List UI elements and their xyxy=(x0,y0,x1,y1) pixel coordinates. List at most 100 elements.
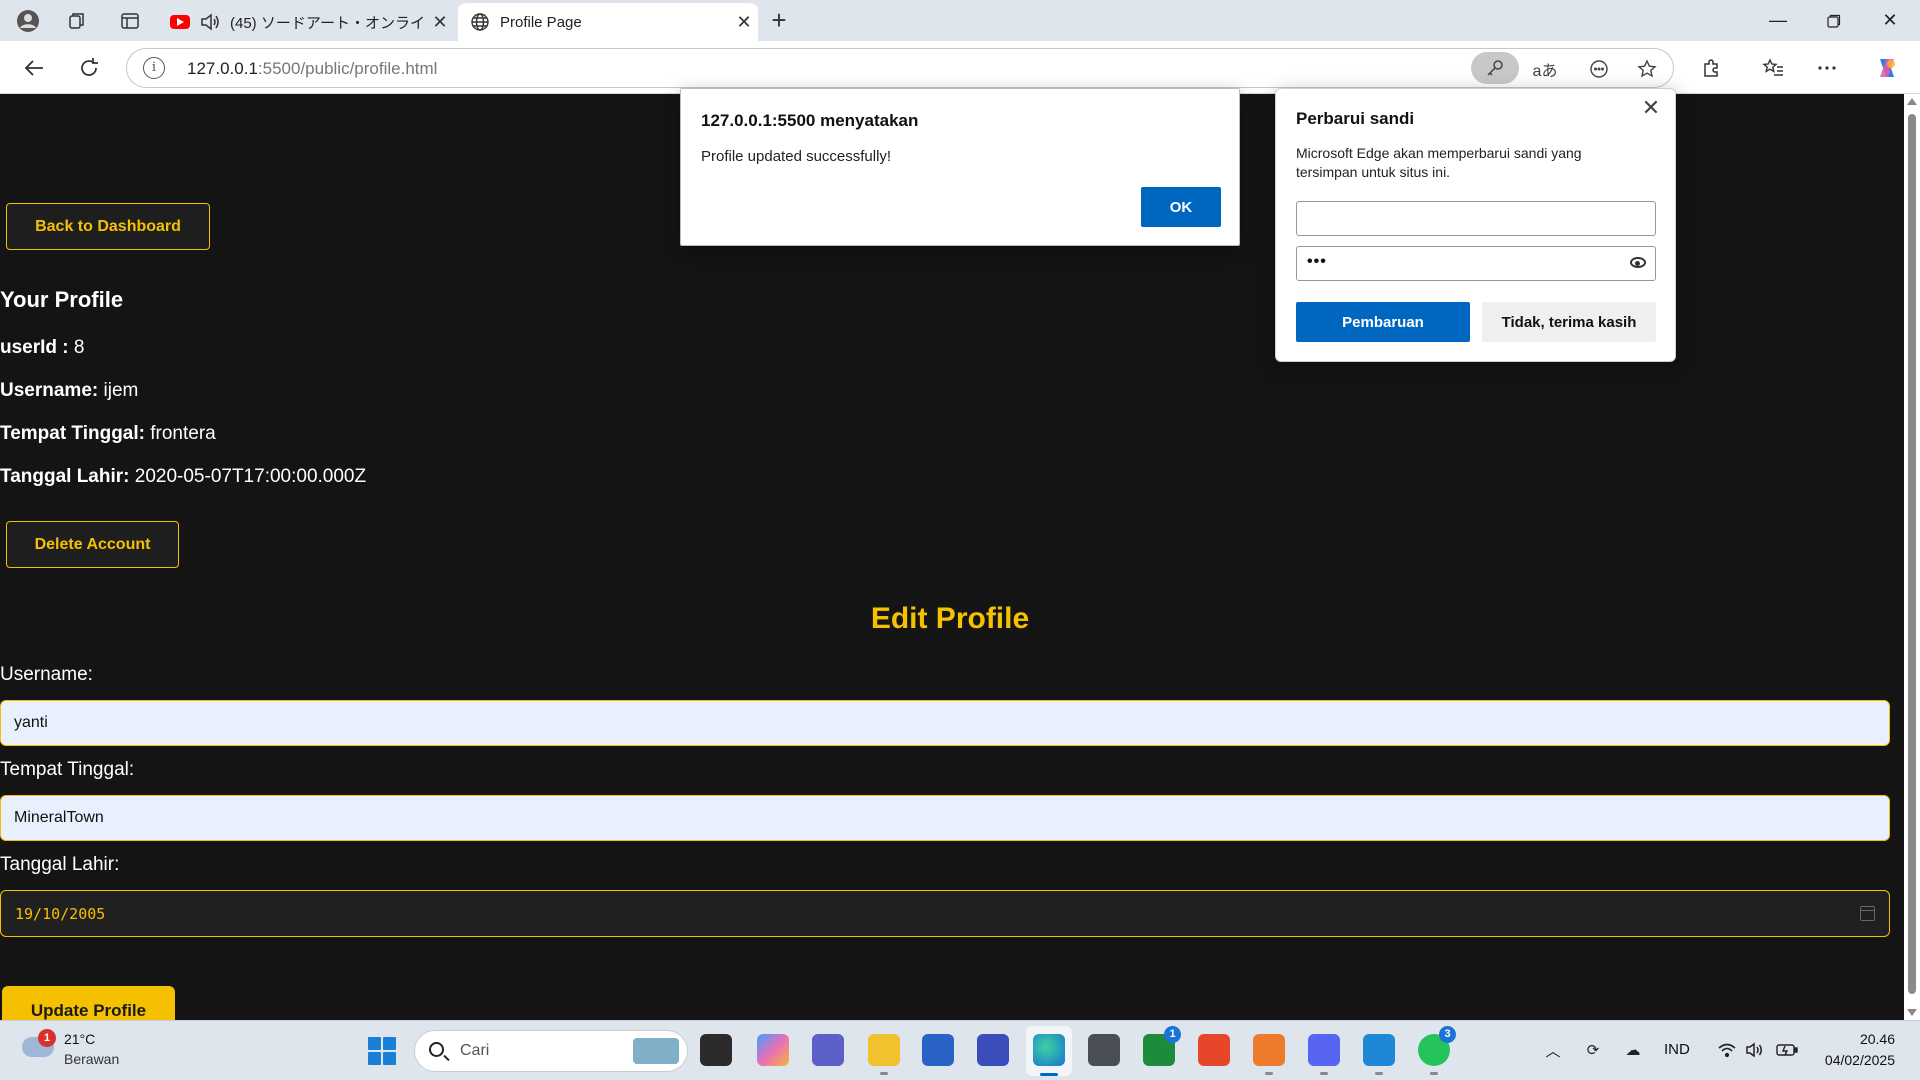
settings-more-icon[interactable] xyxy=(1810,51,1844,85)
clock-date[interactable]: 04/02/2025 xyxy=(1825,1052,1895,1068)
chevron-up-icon[interactable]: ︿ xyxy=(1542,1039,1564,1061)
browser-tab-strip: (45) ソードアート・オンライン シリーズ ✕ Profile Page ✕ … xyxy=(0,0,1920,41)
alert-dialog: 127.0.0.1:5500 menyatakan Profile update… xyxy=(680,88,1240,246)
edit-profile-title: Edit Profile xyxy=(870,602,1030,635)
tempat-tinggal-label: Tempat Tinggal: xyxy=(0,759,135,780)
username-label: Username: xyxy=(0,664,93,685)
taskbar-search-box[interactable]: Cari xyxy=(414,1030,688,1072)
search-placeholder: Cari xyxy=(460,1042,490,1059)
close-window-icon[interactable]: ✕ xyxy=(1862,0,1918,41)
language-indicator[interactable]: IND xyxy=(1664,1041,1690,1058)
youtube-icon xyxy=(170,12,190,32)
restore-icon[interactable] xyxy=(1806,0,1862,41)
copilot-icon[interactable] xyxy=(1870,51,1904,85)
profile-tanggal-lahir: Tanggal Lahir: 2020-05-07T17:00:00.000Z xyxy=(0,466,367,487)
favorites-icon[interactable] xyxy=(1756,51,1790,85)
vscode-icon[interactable] xyxy=(1363,1034,1395,1075)
profile-tempat-tinggal: Tempat Tinggal: frontera xyxy=(0,423,216,444)
tempat-tinggal-input[interactable]: MineralTown xyxy=(0,795,1890,841)
volume-icon[interactable] xyxy=(1744,1039,1766,1061)
task-view-icon[interactable] xyxy=(700,1034,732,1066)
url-text[interactable]: 127.0.0.1:5500/public/profile.html xyxy=(187,59,437,79)
weather-badge: 1 xyxy=(38,1029,56,1047)
date-value: 19/10/2005 xyxy=(15,904,106,923)
tab-close-icon[interactable]: ✕ xyxy=(426,12,454,33)
browser-toolbar: i 127.0.0.1:5500/public/profile.html aあ xyxy=(0,41,1920,94)
math-app-icon[interactable] xyxy=(977,1034,1009,1066)
tanggal-lahir-date-input[interactable]: 19/10/2005 xyxy=(0,890,1890,937)
username-input[interactable]: yanti xyxy=(0,700,1890,746)
vpn-icon[interactable]: ☁ xyxy=(1622,1039,1644,1061)
globe-icon xyxy=(470,12,490,32)
page-scrollbar[interactable] xyxy=(1904,94,1920,1020)
scroll-thumb[interactable] xyxy=(1908,114,1916,994)
tanggal-lahir-label: Tanggal Lahir: xyxy=(0,854,120,875)
minimize-icon[interactable]: — xyxy=(1750,0,1806,41)
windows-start-icon[interactable] xyxy=(368,1037,396,1065)
password-mask: ••• xyxy=(1307,253,1327,270)
address-bar[interactable]: i 127.0.0.1:5500/public/profile.html aあ xyxy=(126,48,1674,88)
tab-title: Profile Page xyxy=(500,13,582,31)
alert-message: Profile updated successfully! xyxy=(701,148,892,165)
show-password-eye-icon[interactable] xyxy=(1630,257,1646,268)
weather-temperature: 21°C xyxy=(64,1031,96,1047)
edge-browser-icon[interactable] xyxy=(1033,1034,1065,1066)
read-aloud-icon[interactable]: aあ xyxy=(1531,55,1559,83)
windows-taskbar: 1 21°C Berawan Cari 1 3 ︿ ⟳ ☁ IND 20.46 … xyxy=(0,1020,1920,1080)
profile-userid: userId : 8 xyxy=(0,337,85,358)
refresh-icon[interactable] xyxy=(72,51,106,85)
unity-hub-icon[interactable] xyxy=(1088,1034,1120,1066)
password-key-icon[interactable] xyxy=(1471,52,1519,84)
profile-heading: Your Profile xyxy=(0,287,124,312)
xbox-icon[interactable]: 1 xyxy=(1143,1026,1181,1066)
profile-icon[interactable] xyxy=(13,6,43,36)
scroll-up-arrow-icon[interactable] xyxy=(1907,98,1917,105)
search-icon xyxy=(429,1042,444,1057)
popup-password-field[interactable]: ••• xyxy=(1296,246,1656,281)
speaker-icon[interactable] xyxy=(200,12,220,32)
weather-condition: Berawan xyxy=(64,1051,120,1067)
more-tools-icon[interactable] xyxy=(1585,55,1613,83)
popup-description: Microsoft Edge akan memperbarui sandi ya… xyxy=(1296,145,1582,180)
profile-username: Username: ijem xyxy=(0,380,139,401)
teams-icon[interactable] xyxy=(812,1034,844,1066)
whatsapp-badge: 3 xyxy=(1439,1026,1456,1043)
alert-ok-button[interactable]: OK xyxy=(1141,187,1221,227)
update-password-button[interactable]: Pembaruan xyxy=(1296,302,1470,342)
no-thanks-button[interactable]: Tidak, terima kasih xyxy=(1482,302,1656,342)
copilot-app-icon[interactable] xyxy=(757,1034,789,1066)
discord-icon[interactable] xyxy=(1308,1034,1340,1075)
delete-account-button[interactable]: Delete Account xyxy=(6,521,179,568)
workspaces-icon[interactable] xyxy=(62,6,92,36)
update-password-popup: ✕ Perbarui sandi Microsoft Edge akan mem… xyxy=(1275,88,1676,362)
xampp-icon[interactable] xyxy=(1253,1034,1285,1075)
tab-profile-page[interactable]: Profile Page ✕ xyxy=(458,3,758,41)
calendar-icon[interactable] xyxy=(1860,906,1875,921)
sync-icon[interactable]: ⟳ xyxy=(1582,1039,1604,1061)
file-explorer-icon[interactable] xyxy=(868,1034,900,1075)
tab-title: (45) ソードアート・オンライン シリーズ xyxy=(230,14,426,32)
active-indicator xyxy=(1040,1073,1058,1076)
back-to-dashboard-button[interactable]: Back to Dashboard xyxy=(6,203,210,250)
alert-title: 127.0.0.1:5500 menyatakan xyxy=(701,111,919,130)
search-highlight-image xyxy=(633,1038,679,1064)
clock-time[interactable]: 20.46 xyxy=(1860,1031,1895,1047)
tab-actions-icon[interactable] xyxy=(115,6,145,36)
whatsapp-icon[interactable]: 3 xyxy=(1418,1026,1456,1075)
wifi-icon[interactable] xyxy=(1716,1039,1738,1061)
back-arrow-icon[interactable] xyxy=(17,51,51,85)
new-tab-button[interactable]: + xyxy=(764,6,794,36)
xbox-badge: 1 xyxy=(1164,1026,1181,1043)
site-info-icon[interactable]: i xyxy=(143,57,165,79)
favorite-star-icon[interactable] xyxy=(1633,55,1661,83)
microsoft-store-icon[interactable] xyxy=(922,1034,954,1066)
tab-youtube[interactable]: (45) ソードアート・オンライン シリーズ ✕ xyxy=(158,3,454,41)
wps-office-icon[interactable] xyxy=(1198,1034,1230,1066)
close-icon[interactable]: ✕ xyxy=(1639,97,1663,121)
battery-icon[interactable] xyxy=(1776,1039,1798,1061)
extensions-icon[interactable] xyxy=(1694,51,1728,85)
tab-close-icon[interactable]: ✕ xyxy=(730,12,758,33)
popup-title: Perbarui sandi xyxy=(1296,109,1415,128)
scroll-down-arrow-icon[interactable] xyxy=(1907,1009,1917,1016)
popup-username-field[interactable] xyxy=(1296,201,1656,236)
